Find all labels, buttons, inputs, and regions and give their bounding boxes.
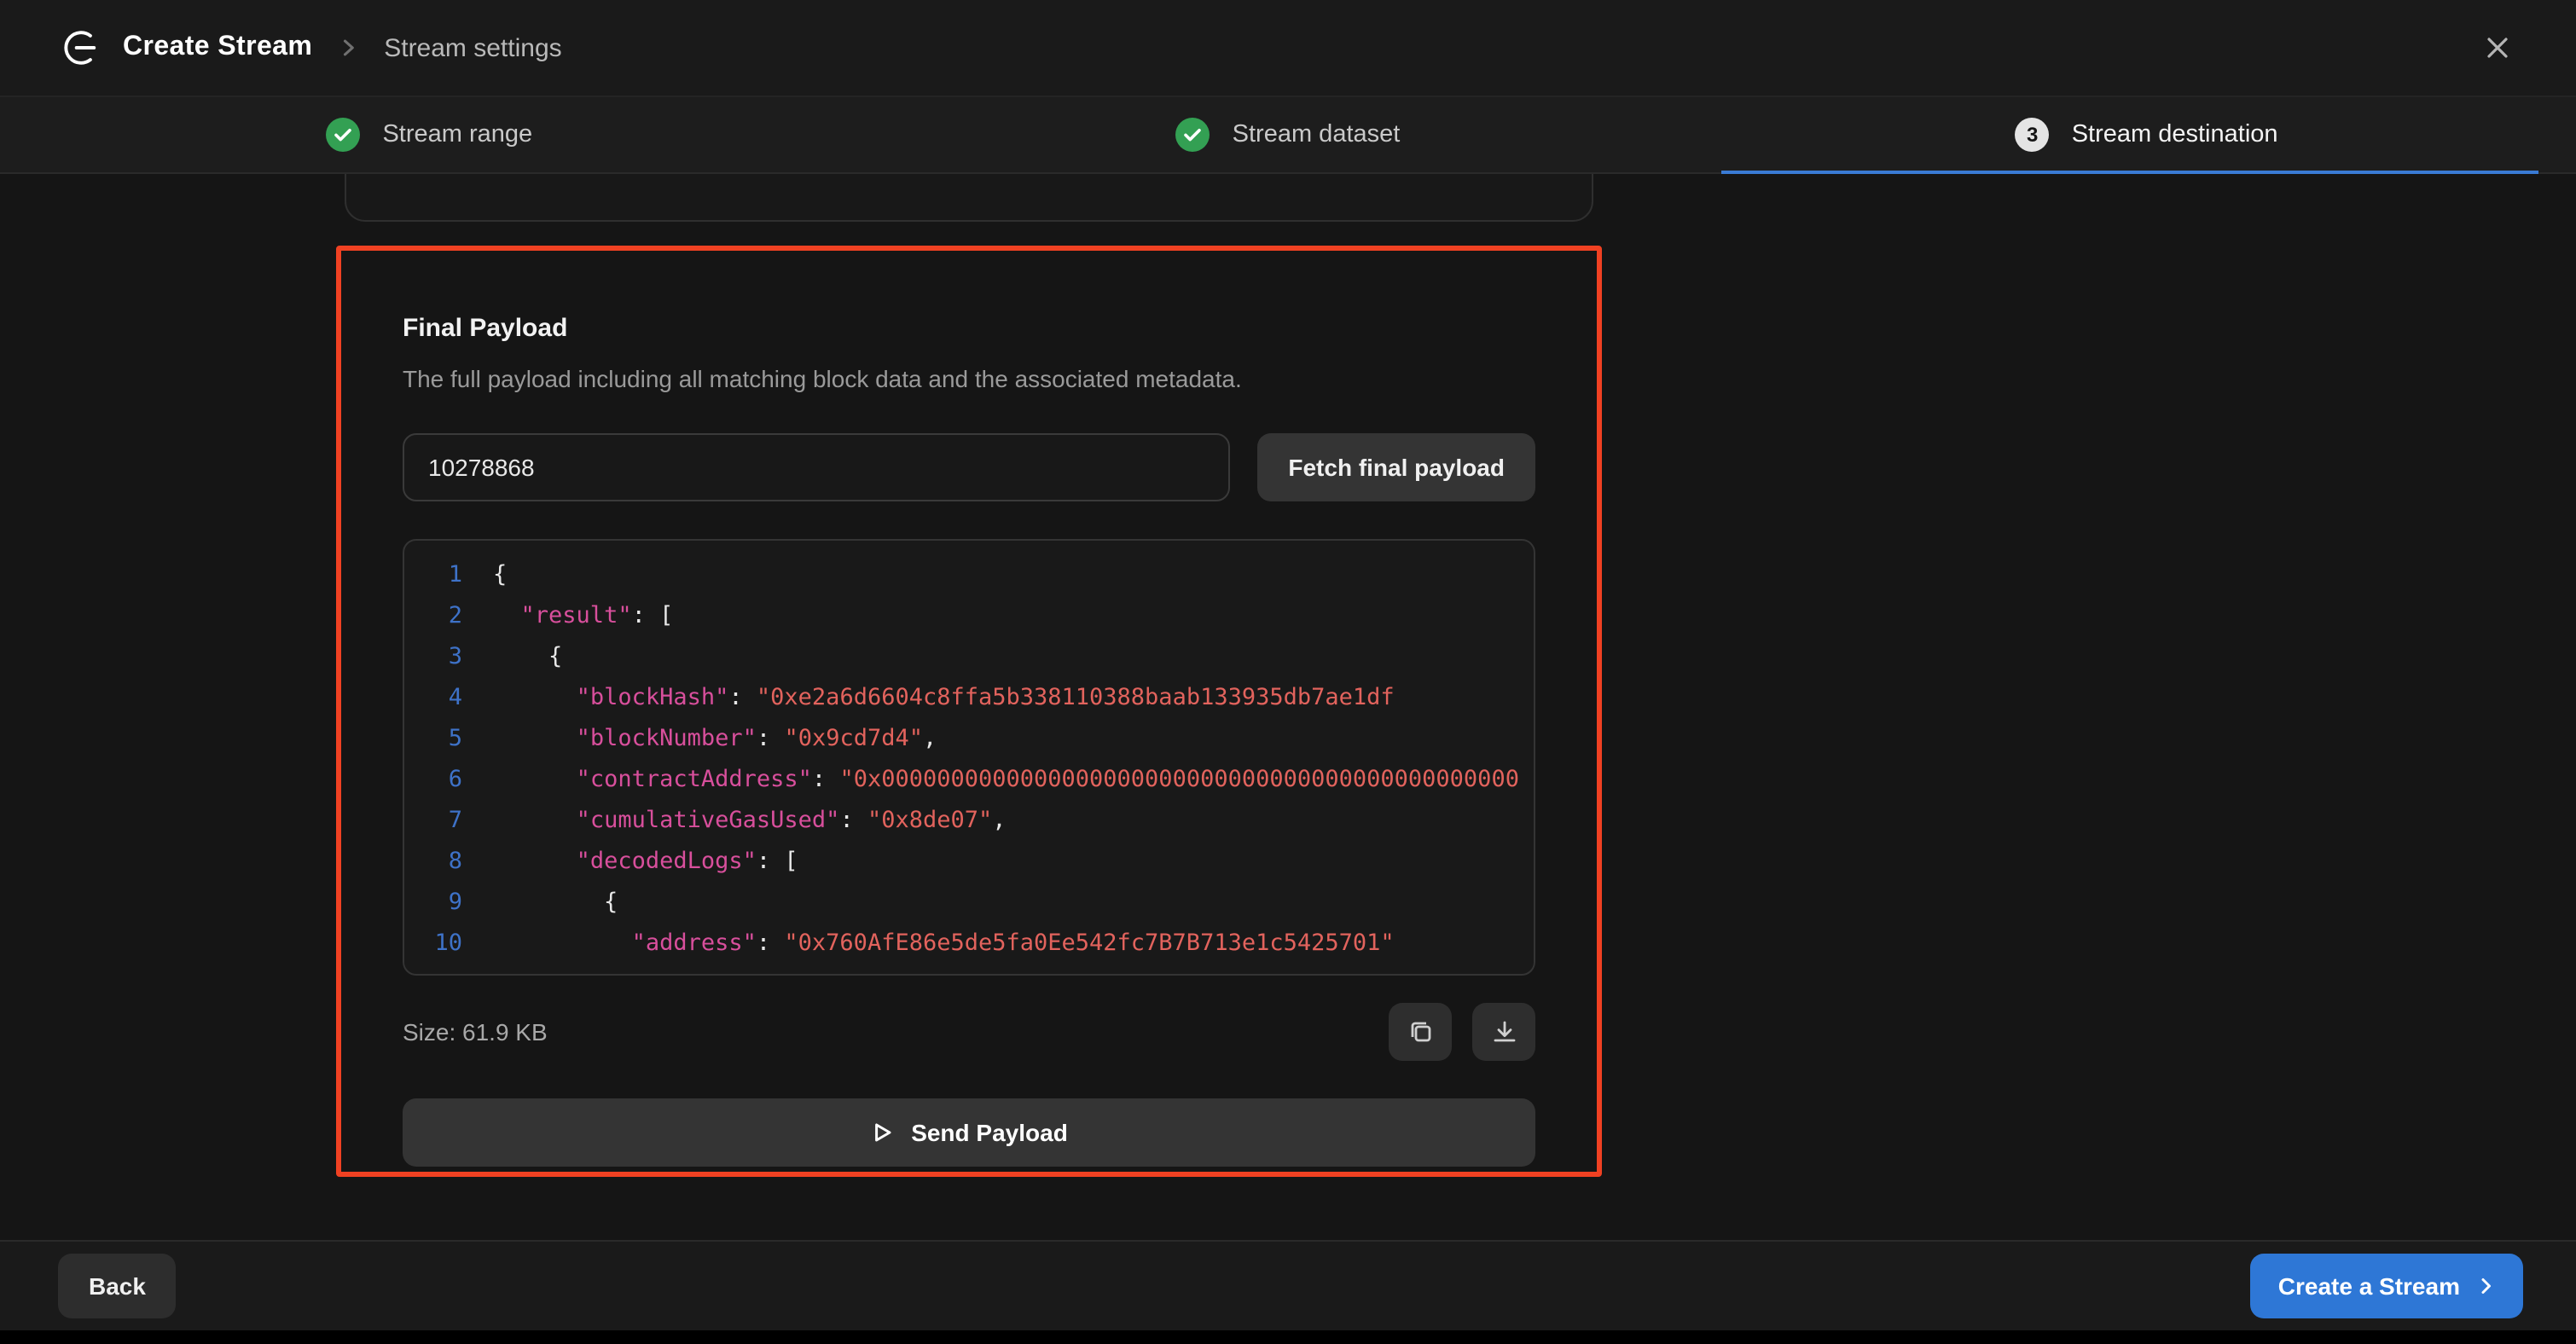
page-title: Create Stream	[123, 32, 312, 63]
payload-code-viewer[interactable]: 1{2 "result": [3 {4 "blockHash": "0xe2a6…	[403, 539, 1535, 976]
footer: Back Create a Stream	[0, 1240, 2576, 1330]
close-button[interactable]	[2477, 27, 2518, 68]
code-line: 5 "blockNumber": "0x9cd7d4",	[425, 718, 1513, 759]
block-number-input[interactable]	[403, 433, 1230, 501]
send-payload-label: Send Payload	[911, 1119, 1068, 1146]
fetch-final-payload-button[interactable]: Fetch final payload	[1257, 433, 1535, 501]
header: Create Stream Stream settings	[0, 0, 2576, 96]
stepper: Stream range Stream dataset 3 Stream des…	[0, 96, 2576, 174]
send-payload-button[interactable]: Send Payload	[403, 1098, 1535, 1167]
main-content: Final Payload The full payload including…	[0, 174, 2576, 1240]
breadcrumb: Stream settings	[384, 33, 561, 62]
code-line: 10 "address": "0x760AfE86e5de5fa0Ee542fc…	[425, 923, 1513, 964]
payload-size-label: Size: 61.9 KB	[403, 1018, 548, 1046]
size-row: Size: 61.9 KB	[403, 1003, 1535, 1061]
create-stream-label: Create a Stream	[2278, 1272, 2460, 1300]
section-description: The full payload including all matching …	[403, 365, 1535, 392]
play-icon	[870, 1121, 894, 1144]
close-icon	[2484, 34, 2511, 61]
check-icon	[1176, 118, 1210, 152]
back-button[interactable]: Back	[58, 1254, 177, 1318]
code-line: 1{	[425, 554, 1513, 595]
code-actions	[1389, 1003, 1535, 1061]
code-line: 6 "contractAddress": "0x0000000000000000…	[425, 759, 1513, 800]
download-icon	[1490, 1018, 1517, 1046]
step-label: Stream range	[382, 121, 532, 148]
check-icon	[326, 118, 360, 152]
code-line: 7 "cumulativeGasUsed": "0x8de07",	[425, 800, 1513, 841]
window-bottom-strip	[0, 1330, 2576, 1344]
code-lines: 1{2 "result": [3 {4 "blockHash": "0xe2a6…	[425, 554, 1513, 964]
code-line: 2 "result": [	[425, 595, 1513, 636]
previous-section-card-partial	[345, 174, 1593, 222]
streams-logo-icon	[58, 26, 102, 70]
step-label: Stream destination	[2072, 121, 2278, 148]
step-stream-dataset[interactable]: Stream dataset	[859, 97, 1718, 172]
copy-payload-button[interactable]	[1389, 1003, 1452, 1061]
create-stream-button[interactable]: Create a Stream	[2251, 1254, 2523, 1318]
download-payload-button[interactable]	[1472, 1003, 1535, 1061]
final-payload-section-highlighted: Final Payload The full payload including…	[336, 246, 1602, 1177]
chevron-right-icon	[2475, 1276, 2496, 1296]
fetch-row: Fetch final payload	[403, 433, 1535, 501]
copy-icon	[1407, 1018, 1434, 1046]
step-stream-range[interactable]: Stream range	[0, 97, 859, 172]
step-label: Stream dataset	[1233, 121, 1401, 148]
code-line: 3 {	[425, 636, 1513, 677]
chevron-right-icon	[336, 36, 360, 60]
section-title: Final Payload	[403, 314, 1535, 343]
code-line: 8 "decodedLogs": [	[425, 841, 1513, 882]
code-line: 9 {	[425, 882, 1513, 923]
step-number-badge: 3	[2016, 118, 2050, 152]
create-stream-window: Create Stream Stream settings Stream ran…	[0, 0, 2576, 1344]
code-line: 4 "blockHash": "0xe2a6d6604c8ffa5b338110…	[425, 677, 1513, 718]
step-stream-destination[interactable]: 3 Stream destination	[1717, 97, 2576, 172]
